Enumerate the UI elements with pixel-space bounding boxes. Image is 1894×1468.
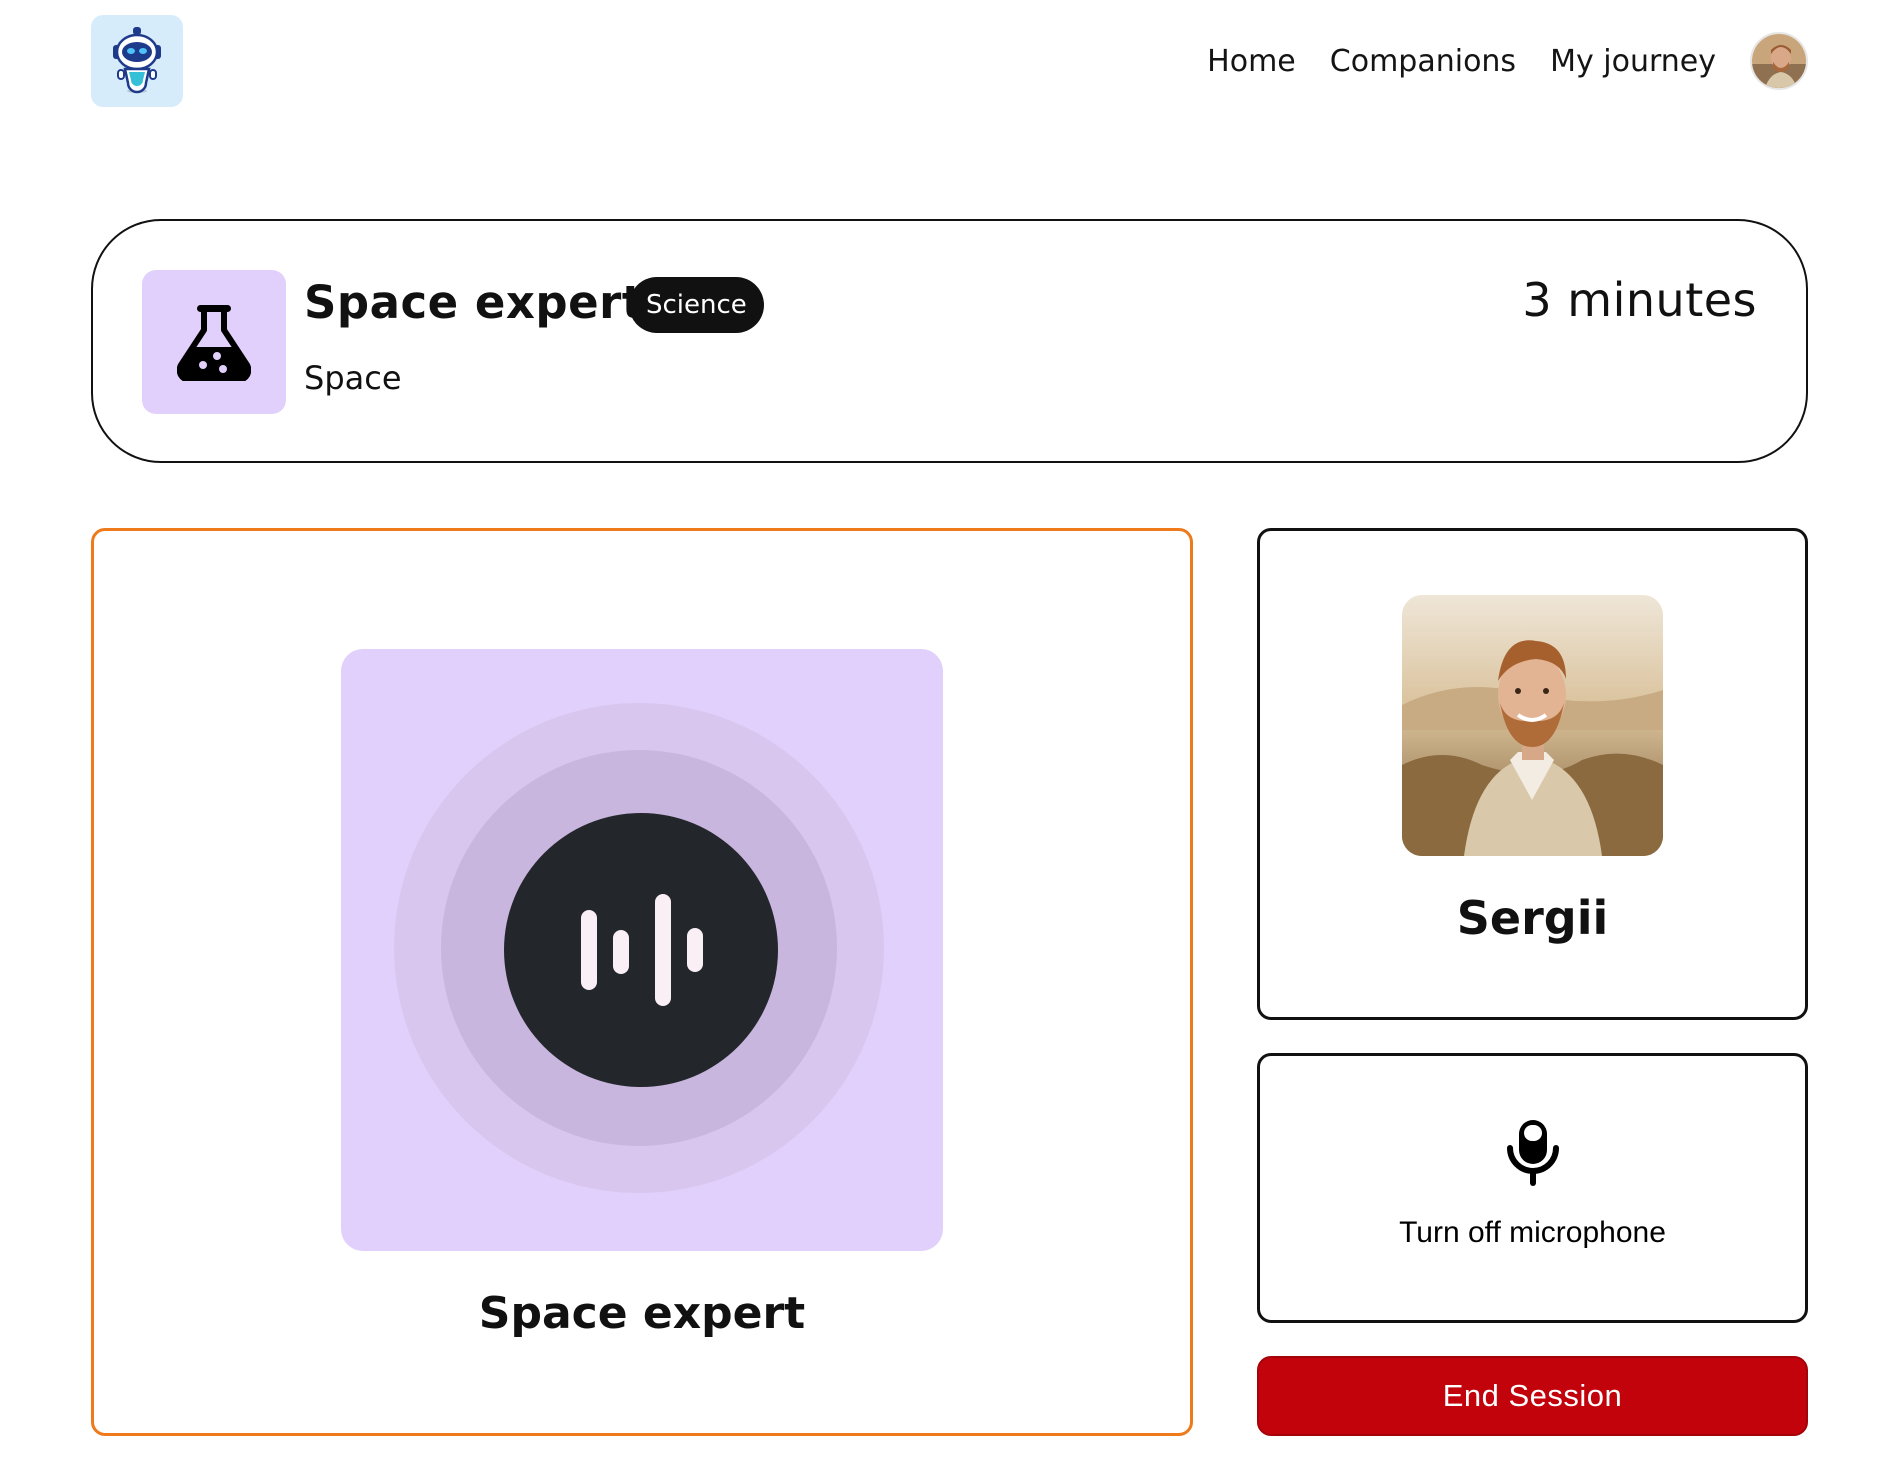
companion-name: Space expert bbox=[304, 276, 644, 329]
soundwave-icon bbox=[581, 894, 703, 1006]
session-duration: 3 minutes bbox=[1522, 273, 1757, 327]
user-photo bbox=[1402, 595, 1663, 856]
nav-my-journey-link[interactable]: My journey bbox=[1550, 44, 1716, 79]
microphone-icon bbox=[1506, 1120, 1559, 1186]
user-panel: Sergii bbox=[1257, 528, 1808, 1020]
subject-badge: Science bbox=[629, 277, 764, 333]
microphone-toggle-button[interactable]: Turn off microphone bbox=[1257, 1053, 1808, 1323]
session-page: Home Companions My journey Space expert … bbox=[0, 0, 1894, 1468]
robot-icon bbox=[113, 27, 161, 94]
flask-icon bbox=[177, 305, 251, 381]
nav-links: Home Companions My journey bbox=[1207, 30, 1808, 92]
microphone-icon-wrap bbox=[1260, 1118, 1805, 1188]
visualizer-core bbox=[504, 813, 778, 1087]
companion-panel: Space expert bbox=[91, 528, 1193, 1436]
nav-home-link[interactable]: Home bbox=[1207, 44, 1296, 79]
companion-panel-name: Space expert bbox=[478, 1288, 806, 1339]
session-topic: Space bbox=[304, 359, 402, 397]
microphone-toggle-label: Turn off microphone bbox=[1399, 1216, 1666, 1249]
subject-tile bbox=[142, 270, 286, 414]
user-name: Sergii bbox=[1456, 891, 1609, 945]
session-header: Space expert Science Space 3 minutes bbox=[91, 219, 1808, 463]
companion-visualizer bbox=[341, 649, 943, 1251]
end-session-button[interactable]: End Session bbox=[1257, 1356, 1808, 1436]
app-logo[interactable] bbox=[91, 15, 183, 107]
user-avatar[interactable] bbox=[1750, 32, 1808, 90]
nav-companions-link[interactable]: Companions bbox=[1330, 44, 1516, 79]
